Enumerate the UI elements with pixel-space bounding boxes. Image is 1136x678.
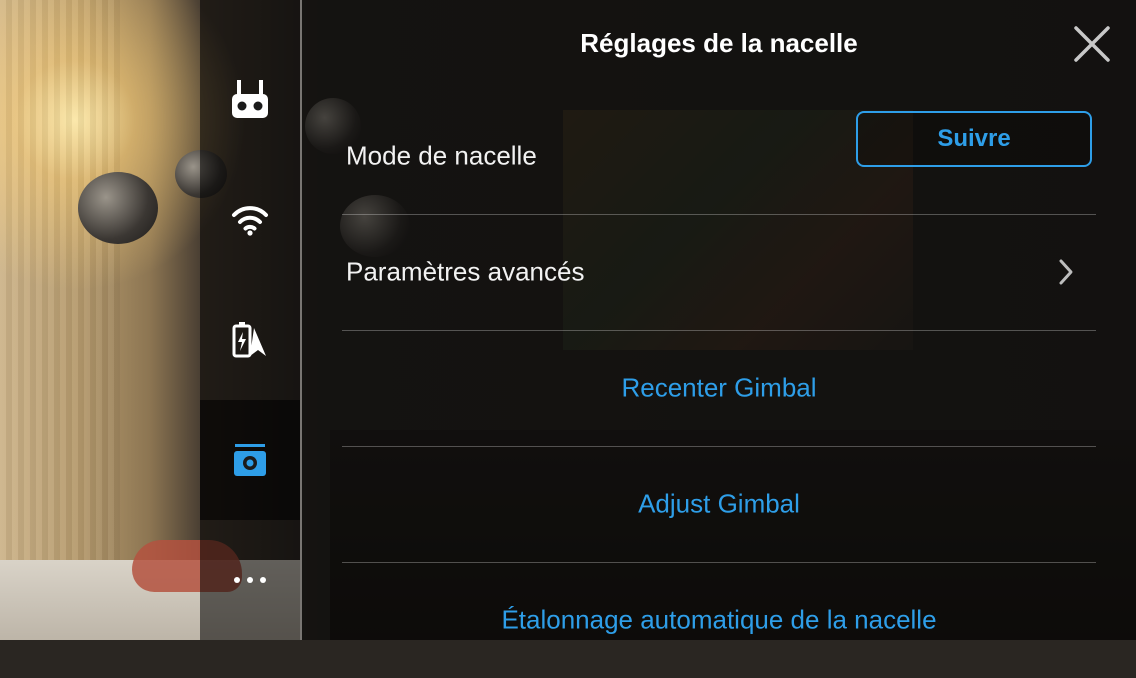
recenter-gimbal-row[interactable]: Recenter Gimbal [342, 330, 1096, 447]
sidebar-item-aircraft-battery[interactable] [200, 280, 300, 400]
settings-sidebar [200, 0, 300, 640]
sidebar-item-gimbal[interactable] [200, 400, 300, 520]
sidebar-item-more[interactable] [200, 520, 300, 640]
advanced-settings-row[interactable]: Paramètres avancés [342, 214, 1096, 331]
adjust-gimbal-button[interactable]: Adjust Gimbal [342, 489, 1096, 520]
advanced-settings-label: Paramètres avancés [346, 256, 585, 287]
gimbal-mode-row: Mode de nacelle Suivre [342, 98, 1096, 215]
gimbal-mode-button[interactable]: Suivre [856, 111, 1092, 167]
curtain [0, 0, 120, 640]
gimbal-mode-label: Mode de nacelle [346, 140, 537, 171]
auto-calibration-button[interactable]: Étalonnage automatique de la nacelle [342, 605, 1096, 636]
battery-aircraft-icon [232, 322, 266, 358]
more-dots-icon [234, 577, 266, 583]
auto-calibration-row[interactable]: Étalonnage automatique de la nacelle [342, 562, 1096, 678]
adjust-gimbal-row[interactable]: Adjust Gimbal [342, 446, 1096, 563]
page-title: Réglages de la nacelle [580, 28, 858, 58]
close-button[interactable] [1072, 24, 1112, 64]
sidebar-item-wifi[interactable] [200, 160, 300, 280]
close-icon [1074, 26, 1110, 62]
gimbal-settings-panel: Réglages de la nacelle Mode de nacelle S… [302, 0, 1136, 640]
sidebar-item-remote-controller[interactable] [200, 40, 300, 160]
wifi-icon [232, 206, 268, 236]
recenter-gimbal-button[interactable]: Recenter Gimbal [342, 373, 1096, 404]
camera-gimbal-icon [234, 444, 266, 476]
lamp-shade [78, 172, 158, 244]
remote-controller-icon [232, 80, 268, 118]
chevron-right-icon [1059, 259, 1073, 285]
